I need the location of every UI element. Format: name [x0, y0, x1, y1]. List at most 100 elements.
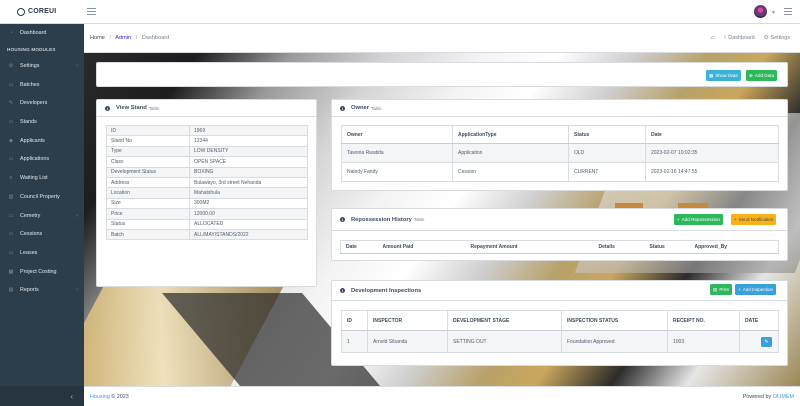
add-repossession-button[interactable]: + Add Repossession [674, 214, 723, 225]
user-avatar[interactable] [754, 5, 767, 18]
sidebar-item-cessions[interactable]: ▭ Cessions [0, 225, 84, 244]
column-header[interactable]: INSPECTION STATUS [561, 310, 668, 331]
column-header[interactable]: ApplicationType [452, 125, 569, 144]
card-subtitle: Table [148, 105, 160, 111]
field-value: 300M2 [189, 197, 308, 210]
inspections-card: i Development Inspections ▤ Print + Add In… [331, 280, 788, 366]
breadcrumb: Home / Admin / Dashboard [90, 35, 170, 41]
sidebar-item-applicants[interactable]: ☻ Applicants [0, 131, 84, 150]
sidebar-item-cemetry[interactable]: ▭ Cemetry ‹ [0, 206, 84, 225]
aside-menu-icon[interactable] [784, 8, 792, 15]
table-cell: Tawona Rwatida [341, 143, 453, 163]
sidebar-item-waiting-list[interactable]: ≡ Waiting List [0, 169, 84, 188]
brand[interactable]: COREUI [17, 7, 57, 16]
edit-button[interactable]: ✎ [761, 336, 772, 347]
chevron-down-icon[interactable]: ▼ [771, 10, 776, 16]
chevron-left-icon: ‹ [70, 391, 73, 401]
table-row: Stand No 12344 [106, 135, 308, 147]
column-header[interactable]: Owner [341, 125, 453, 144]
add-inspection-button[interactable]: + Add Inspection [735, 284, 777, 295]
chevron-left-icon: ‹ [76, 63, 78, 70]
subheader-actions: ▱ ⌇ Dashboard ⚙ Settings [711, 35, 791, 41]
sidebar-item-label: Reports [20, 287, 39, 294]
column-header[interactable]: Status [644, 240, 690, 254]
inspections-table: ID INSPECTOR DEVELOPMENT STAGE INSPECTIO… [341, 310, 779, 353]
subheader-settings-link[interactable]: ⚙ Settings [764, 35, 790, 41]
pencil-icon: ✎ [8, 100, 14, 107]
speech-icon[interactable]: ▱ [711, 35, 715, 41]
sidebar-item-reports[interactable]: ▤ Reports ‹ [0, 281, 84, 300]
chevron-left-icon: ‹ [76, 287, 78, 294]
brand-name: COREUI [28, 8, 57, 15]
column-header[interactable]: DATE [739, 310, 779, 331]
sidebar-item-council-property[interactable]: ▥ Council Property [0, 188, 84, 207]
layers-icon: ▭ [8, 81, 14, 88]
list-icon: ≡ [9, 175, 13, 182]
field-label: ID [106, 124, 190, 137]
field-label: Type [106, 145, 190, 158]
top-header: COREUI ▼ [0, 0, 800, 24]
table-icon: ▦ [709, 72, 714, 78]
column-header[interactable]: RECEIPT NO. [667, 310, 740, 331]
column-header[interactable]: Repayment Amount [465, 240, 594, 254]
column-header[interactable]: Approved_By [689, 240, 779, 254]
speedometer-icon: ◔ [9, 30, 13, 37]
add-data-button[interactable]: ⊕ Add Data [746, 70, 778, 81]
sidebar-item-label: Developers [20, 100, 48, 107]
subheader-dashboard-link[interactable]: ⌇ Dashboard [724, 35, 755, 41]
table-row: Size 300M2 [106, 197, 308, 210]
owner-card: i Owner Table Owner ApplicationType Stat… [331, 99, 788, 191]
footer-housing-link[interactable]: Housing [90, 394, 110, 400]
table-row: Price 12000.00 [106, 208, 308, 220]
column-header[interactable]: Status [568, 125, 646, 144]
column-header[interactable]: Date [645, 125, 779, 144]
field-value: OPEN SPACE [189, 156, 308, 168]
sidebar-item-batches[interactable]: ▭ Batches [0, 75, 84, 94]
show-data-button[interactable]: ▦ Show Data [706, 70, 741, 81]
sidebar-item-dashboard[interactable]: ◔ Dashboard [0, 24, 84, 43]
sidebar-item-stands[interactable]: ▭ Stands [0, 113, 84, 132]
card-subtitle: Table [371, 105, 382, 111]
sidebar-item-settings[interactable]: ⚙ Settings ‹ [0, 57, 84, 76]
column-header[interactable]: Date [340, 240, 378, 254]
card-title: View Stand [116, 105, 147, 111]
folder-icon: ▭ [8, 249, 14, 256]
footer-olimem-link[interactable]: OLIMEM [773, 394, 794, 400]
send-notification-button[interactable]: + Send Notification [731, 214, 777, 225]
table-cell: OLD [568, 143, 646, 163]
table-cell: SETTING OUT [447, 330, 562, 353]
people-icon: ☻ [8, 137, 14, 144]
sidebar-minimizer-button[interactable]: ‹ [0, 386, 84, 406]
sidebar-item-project-costing[interactable]: ▦ Project Costing [0, 262, 84, 281]
footer-powered-by: Powered by [742, 393, 772, 400]
breadcrumb-home[interactable]: Home [90, 35, 105, 41]
column-header[interactable]: Amount Paid [377, 240, 466, 254]
sidebar: ◔ Dashboard HOUSING MODULES ⚙ Settings ‹… [0, 24, 84, 406]
sidebar-item-developers[interactable]: ✎ Developers [0, 94, 84, 113]
folder-icon: ▭ [8, 231, 14, 238]
sidebar-toggle-menu-icon[interactable] [87, 8, 97, 15]
sidebar-item-leases[interactable]: ▭ Leases [0, 244, 84, 263]
breadcrumb-current: Dashboard [141, 35, 170, 41]
sidebar-item-label: Batches [20, 81, 40, 88]
plus-icon: + [677, 217, 680, 222]
table-cell: Arnold Sibanda [367, 330, 448, 353]
breadcrumb-admin[interactable]: Admin [115, 35, 131, 41]
table-cell: Cession [452, 162, 569, 182]
column-header[interactable]: DEVELOPMENT STAGE [447, 310, 562, 331]
footer: Housing © 2023 Powered by OLIMEM [84, 386, 800, 406]
field-value: LOW DENSITY [189, 145, 308, 158]
sidebar-item-applications[interactable]: ▭ Applications [0, 150, 84, 169]
field-label: Status [106, 218, 190, 230]
sidebar-item-label: Applicants [20, 137, 45, 144]
field-label: Class [106, 156, 190, 168]
table-row: Address Bulawayo, 3rd street Nehanda [106, 176, 308, 189]
coreui-logo-icon [17, 7, 25, 16]
column-header[interactable]: ID [341, 310, 368, 331]
field-value: 1969 [189, 124, 308, 137]
print-button[interactable]: ▤ Print [710, 284, 732, 295]
building-icon: ▥ [8, 193, 14, 200]
sidebar-item-label: Cessions [20, 231, 43, 238]
column-header[interactable]: Details [593, 240, 645, 254]
column-header[interactable]: INSPECTOR [367, 310, 448, 331]
